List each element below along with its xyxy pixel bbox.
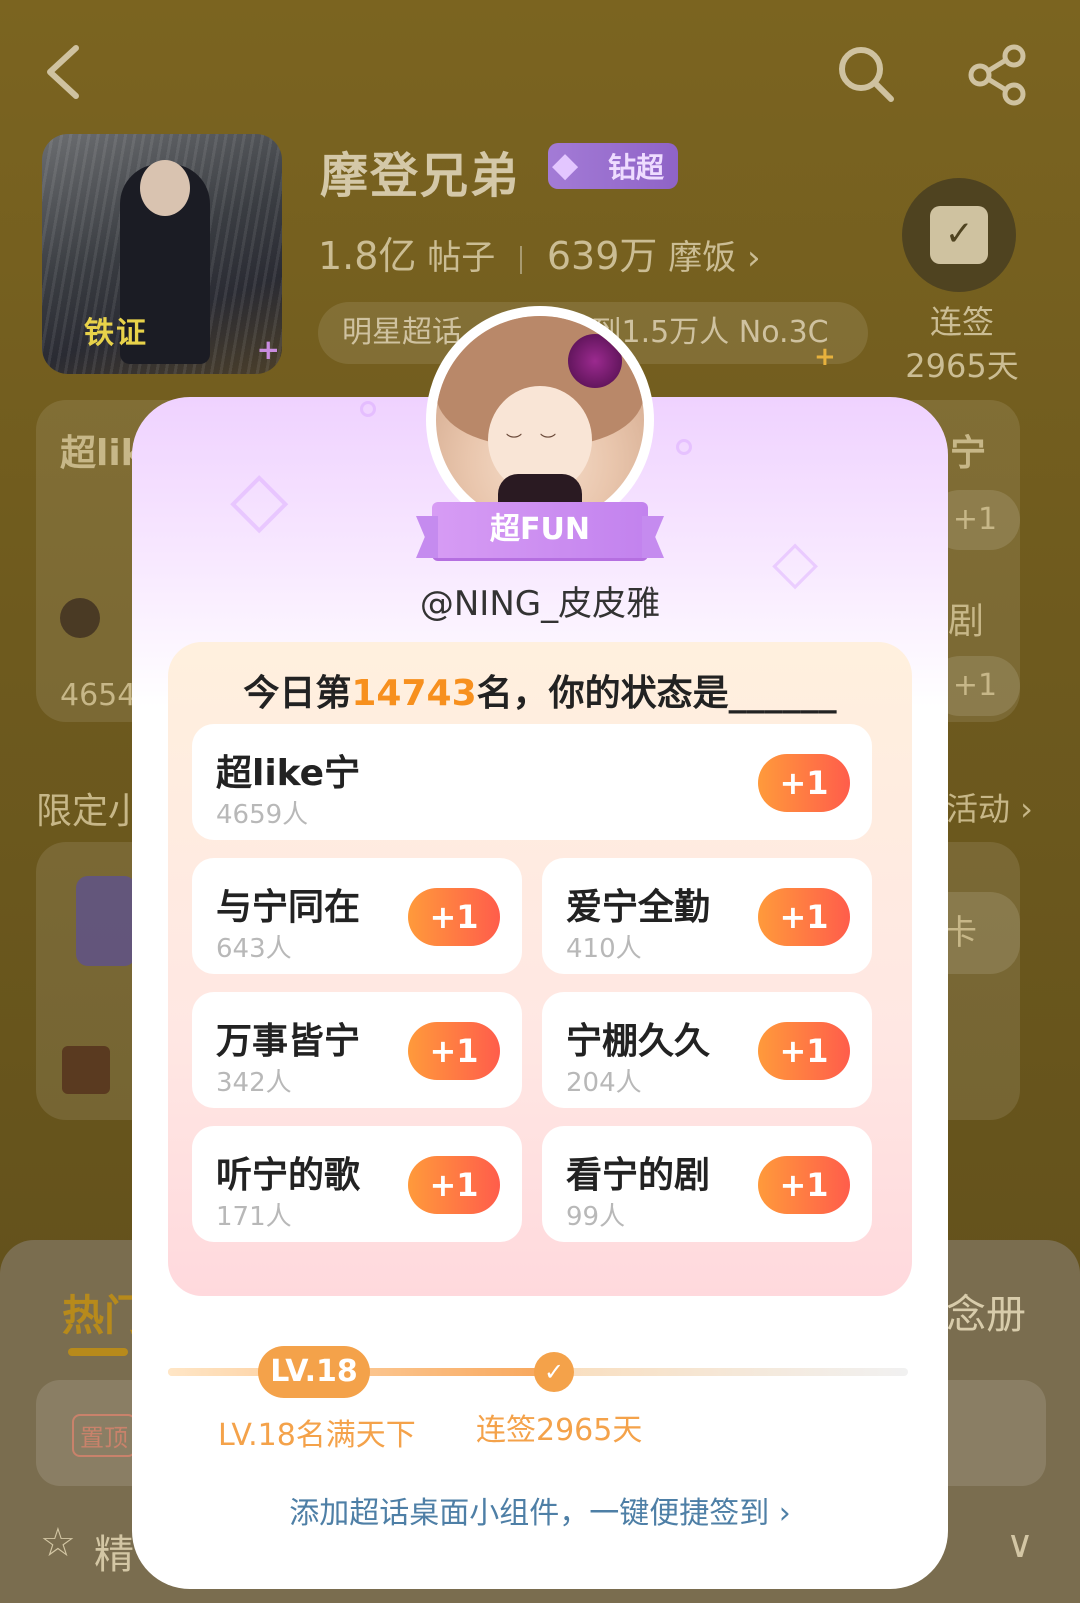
- status-option-count: 171人: [216, 1202, 292, 1232]
- bg-card-title-right: 宁: [950, 433, 987, 474]
- bg-avatar: [60, 598, 100, 638]
- plus-one-button[interactable]: +1: [758, 888, 850, 946]
- username: @NING_皮皮雅: [419, 584, 661, 624]
- status-option-name: 听宁的歌: [216, 1155, 361, 1196]
- fans-label: 摩饭: [668, 238, 737, 278]
- diamond-icon: ◆: [552, 145, 579, 185]
- bg-card-right-2: 剧: [948, 601, 985, 642]
- status-option-count: 410人: [566, 934, 642, 964]
- plus-one-button[interactable]: +1: [758, 754, 850, 812]
- diamond-badge: ◆ 钻超: [548, 143, 678, 189]
- cover-logo-text: 铁证: [84, 316, 148, 351]
- search-icon[interactable]: [836, 44, 896, 104]
- status-option-count: 342人: [216, 1068, 292, 1098]
- status-option-count: 4659人: [216, 800, 309, 830]
- chevron-right-icon: ›: [747, 238, 761, 278]
- status-option[interactable]: 看宁的剧 99人 +1: [542, 1126, 872, 1242]
- status-option[interactable]: 与宁同在 643人 +1: [192, 858, 522, 974]
- status-option-count: 643人: [216, 934, 292, 964]
- chevron-down-icon[interactable]: ∨: [1006, 1522, 1034, 1566]
- status-panel: 今日第14743名，你的状态是______ 超like宁 4659人 +1 与宁…: [168, 642, 912, 1296]
- plus-one-button[interactable]: +1: [758, 1156, 850, 1214]
- status-option-count: 204人: [566, 1068, 642, 1098]
- checkin-label-line2: 2965天: [905, 347, 1019, 385]
- fun-ribbon-badge: 超FUN: [432, 502, 648, 558]
- posts-count: 1.8亿: [318, 234, 417, 278]
- rank-chip-label: 明星超话: [342, 315, 462, 350]
- user-avatar[interactable]: ︶︶: [426, 306, 654, 534]
- bg-thumb: [62, 1046, 110, 1094]
- status-prefix: 今日第: [243, 673, 352, 714]
- circle-decoration: [360, 401, 376, 417]
- status-option[interactable]: 听宁的歌 171人 +1: [192, 1126, 522, 1242]
- bg-card-count: 4654: [60, 678, 137, 713]
- bg-card-illustration: [76, 876, 136, 966]
- checkin-label-line1: 连签: [929, 303, 994, 341]
- checkin-button[interactable]: [902, 178, 1016, 292]
- diamond-decoration-icon: ◇: [230, 453, 289, 542]
- topic-title: 摩登兄弟: [320, 148, 521, 204]
- stats-divider: [520, 245, 523, 274]
- bg-section-title: 限定小: [36, 791, 145, 832]
- status-option-name: 看宁的剧: [566, 1155, 711, 1196]
- plus-one-button[interactable]: +1: [408, 888, 500, 946]
- topic-stats[interactable]: 1.8亿 帖子 639万 摩饭 ›: [318, 225, 761, 280]
- star-icon: ☆: [40, 1520, 76, 1566]
- status-option-count: 99人: [566, 1202, 626, 1232]
- circle-decoration: [676, 439, 692, 455]
- posts-label: 帖子: [427, 238, 496, 278]
- status-option-name: 与宁同在: [216, 887, 361, 928]
- tab-album[interactable]: 念册: [946, 1282, 1026, 1340]
- status-option-name: 爱宁全勤: [566, 887, 711, 928]
- diamond-badge-label: 钻超: [607, 151, 664, 184]
- avatar-illustration: ︶︶: [436, 316, 644, 524]
- status-option[interactable]: 万事皆宁 342人 +1: [192, 992, 522, 1108]
- streak-label: 连签2965天: [476, 1413, 643, 1448]
- level-label: LV.18名满天下: [218, 1418, 416, 1453]
- share-icon[interactable]: [966, 44, 1028, 106]
- plus-one-button[interactable]: +1: [408, 1156, 500, 1214]
- status-option-name: 万事皆宁: [216, 1021, 361, 1062]
- checkmark-icon: ✓: [534, 1352, 574, 1392]
- topic-cover-image[interactable]: 铁证 +: [42, 134, 282, 374]
- status-option[interactable]: 超like宁 4659人 +1: [192, 724, 872, 840]
- status-option-name: 超like宁: [216, 753, 361, 794]
- fans-count: 639万: [546, 234, 658, 278]
- chip-plus-icon: +: [814, 342, 836, 372]
- status-suffix: 名，你的状态是______: [476, 673, 837, 714]
- avatar-rose: [568, 334, 622, 388]
- bg-section-link[interactable]: 活动 ›: [946, 784, 1033, 830]
- pinned-badge: 置顶: [72, 1414, 136, 1457]
- cover-plus-icon[interactable]: +: [257, 333, 280, 366]
- calendar-check-icon: [930, 206, 988, 264]
- avatar-eyes: ︶︶: [506, 432, 575, 451]
- daily-rank: 14743: [351, 673, 477, 714]
- level-badge: LV.18: [258, 1346, 370, 1398]
- back-arrow-icon[interactable]: [38, 42, 88, 102]
- status-option-name: 宁棚久久: [566, 1021, 711, 1062]
- tab-underline: [68, 1348, 128, 1356]
- plus-one-button[interactable]: +1: [408, 1022, 500, 1080]
- status-question: 今日第14743名，你的状态是______: [168, 664, 912, 716]
- cover-face: [140, 160, 190, 216]
- status-option[interactable]: 爱宁全勤 410人 +1: [542, 858, 872, 974]
- essence-label[interactable]: 精: [94, 1522, 134, 1580]
- checkin-streak-label: 连签 2965天: [900, 300, 1024, 388]
- plus-one-button[interactable]: +1: [758, 1022, 850, 1080]
- add-widget-link[interactable]: 添加超话桌面小组件，一键便捷签到 ›: [132, 1488, 948, 1532]
- status-option[interactable]: 宁棚久久 204人 +1: [542, 992, 872, 1108]
